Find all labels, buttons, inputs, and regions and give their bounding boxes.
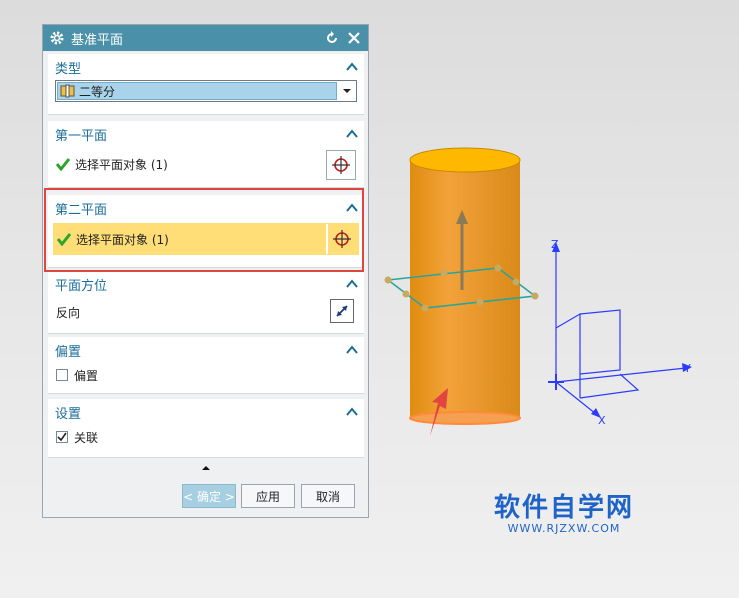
3d-viewport[interactable]: Z Y X <box>380 130 720 440</box>
gear-icon <box>50 31 64 45</box>
select-second-plane-button[interactable] <box>326 224 356 254</box>
offset-section: 偏置 偏置 <box>48 337 364 394</box>
first-plane-select-label: 选择平面对象 (1) <box>75 157 168 172</box>
x-axis-label: X <box>598 414 606 427</box>
offset-header: 偏置 <box>55 344 82 360</box>
collapse-icon[interactable] <box>346 407 358 417</box>
cancel-button[interactable]: 取消 <box>301 484 355 508</box>
first-plane-header: 第一平面 <box>55 128 108 144</box>
settings-section: 设置 关联 <box>48 399 364 458</box>
collapse-icon[interactable] <box>346 62 358 72</box>
associative-checkbox-label: 关联 <box>74 430 99 445</box>
reverse-direction-button[interactable] <box>330 299 354 323</box>
orientation-section: 平面方位 反向 <box>48 271 364 334</box>
collapse-icon[interactable] <box>346 345 358 355</box>
crosshair-icon <box>332 156 350 174</box>
type-dropdown[interactable]: 二等分 <box>55 80 357 102</box>
watermark: 软件自学网 WWW.RJZXW.COM <box>494 494 634 535</box>
select-first-plane-button[interactable] <box>326 150 356 180</box>
type-section-header: 类型 <box>55 61 82 77</box>
watermark-title: 软件自学网 <box>494 493 635 523</box>
collapse-icon[interactable] <box>346 203 358 213</box>
dialog-titlebar: 基准平面 <box>43 25 368 51</box>
second-plane-select-row[interactable]: 选择平面对象 (1) <box>53 223 359 255</box>
checkmark-icon <box>57 233 71 246</box>
offset-checkbox-label: 偏置 <box>74 368 99 383</box>
datum-plane-dialog: 基准平面 类型 二等分 第一平面 选择平面对象 (1) 第二平面 选择平面对象 … <box>42 24 369 518</box>
ok-button[interactable]: < 确定 > <box>182 484 236 508</box>
second-plane-select-label: 选择平面对象 (1) <box>76 232 169 247</box>
second-plane-header: 第二平面 <box>55 202 108 218</box>
apply-button[interactable]: 应用 <box>241 484 295 508</box>
reverse-direction-icon <box>336 305 348 317</box>
cylinder[interactable] <box>409 147 521 425</box>
settings-header: 设置 <box>55 406 82 422</box>
checkmark-icon <box>56 158 70 171</box>
first-plane-section: 第一平面 选择平面对象 (1) <box>48 121 364 188</box>
crosshair-icon <box>333 230 351 248</box>
bisector-icon <box>60 84 75 98</box>
second-plane-section: 第二平面 选择平面对象 (1) <box>48 195 364 268</box>
watermark-url: WWW.RJZXW.COM <box>507 522 621 535</box>
coordinate-axes <box>548 242 692 418</box>
associative-checkbox[interactable] <box>56 431 68 443</box>
reset-icon[interactable] <box>324 30 340 46</box>
type-value: 二等分 <box>79 84 116 99</box>
reverse-label: 反向 <box>56 305 81 320</box>
z-axis-label: Z <box>551 238 559 251</box>
y-axis-label: Y <box>683 362 691 375</box>
collapse-icon[interactable] <box>346 279 358 289</box>
type-section: 类型 二等分 <box>48 54 364 115</box>
close-icon[interactable] <box>346 30 362 46</box>
collapse-icon[interactable] <box>346 129 358 139</box>
more-options-icon[interactable] <box>201 465 211 471</box>
orientation-header: 平面方位 <box>55 278 108 294</box>
chevron-down-icon <box>343 89 351 93</box>
dialog-title: 基准平面 <box>71 32 124 48</box>
checkmark-icon <box>57 432 67 442</box>
offset-checkbox[interactable] <box>56 369 68 381</box>
